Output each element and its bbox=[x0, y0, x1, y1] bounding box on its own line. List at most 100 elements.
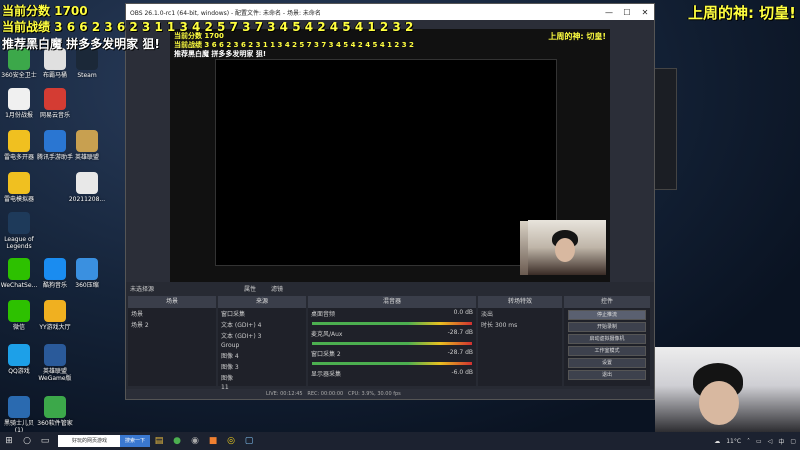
app-taskbar-icon[interactable]: ■ bbox=[204, 432, 222, 450]
start-icon[interactable]: ⊞ bbox=[0, 432, 18, 450]
transitions-panel[interactable]: 淡出 时长 300 ms bbox=[478, 308, 562, 386]
system-tray: ☁ 11°C ˄ ▭ ◁ 中 ▢ bbox=[714, 437, 800, 446]
taskbar-search-button[interactable]: 搜索一下 bbox=[120, 435, 150, 447]
source-item[interactable]: 图像 4 bbox=[218, 350, 306, 361]
app-icon bbox=[8, 88, 30, 110]
minimize-button[interactable]: — bbox=[600, 8, 618, 17]
desktop-icon[interactable]: 雷电模拟器 bbox=[0, 172, 38, 203]
cortana-icon[interactable]: ○ bbox=[18, 432, 36, 450]
obs-statusbar: LIVE: 00:12:45 REC: 00:00:00 CPU: 3.9%, … bbox=[126, 389, 654, 399]
desktop-icon-label: 20211208... bbox=[68, 196, 106, 203]
desktop-icon-label: 英雄联盟WeGame版 bbox=[38, 368, 72, 382]
scene-item[interactable]: 场景 2 bbox=[128, 319, 216, 330]
source-item[interactable]: 图像 3 bbox=[218, 361, 306, 372]
desktop-icon[interactable]: 英雄联盟WeGame版 bbox=[36, 344, 74, 382]
browser-icon[interactable]: ● bbox=[168, 432, 186, 450]
audio-mixer[interactable]: 桌面音频 0.0 dB 麦克风/Aux -28.7 dB 窗口采集 2 -28.… bbox=[308, 308, 476, 386]
notification-icon[interactable]: ▢ bbox=[790, 438, 796, 445]
desktop-icon-label: YY游戏大厅 bbox=[39, 324, 71, 331]
virtual-camera-button[interactable]: 启动虚拟摄像机 bbox=[568, 334, 646, 344]
desktop-icon[interactable]: 黑骑士儿贝(1) bbox=[0, 396, 38, 434]
desktop-icon-label: Steam bbox=[77, 72, 97, 79]
app-icon bbox=[8, 130, 30, 152]
taskbar: ⊞ ○ ▭ 好玩的网页游戏 搜索一下 ▤ ● ◉ ■ ◎ ▢ ☁ 11°C ˄ … bbox=[0, 432, 800, 450]
exit-button[interactable]: 退出 bbox=[568, 370, 646, 380]
app-icon bbox=[44, 130, 66, 152]
volume-meter[interactable] bbox=[312, 322, 472, 325]
properties-button[interactable]: 属性 bbox=[244, 284, 256, 293]
desktop-icon[interactable]: QQ游戏 bbox=[0, 344, 38, 375]
filters-button[interactable]: 滤镜 bbox=[271, 284, 283, 293]
source-item[interactable]: 图像 bbox=[218, 372, 306, 383]
mixer-channel-name: 窗口采集 2 -28.7 dB bbox=[311, 349, 473, 358]
scenes-header: 场景 bbox=[128, 296, 216, 308]
chevron-up-icon[interactable]: ˄ bbox=[747, 438, 750, 445]
mixer-header: 混音器 bbox=[308, 296, 476, 308]
nested-obs-preview bbox=[215, 59, 557, 266]
app-icon bbox=[8, 396, 30, 418]
webcam-feed bbox=[655, 347, 800, 433]
desktop-icon-label: 雷电多开器 bbox=[3, 154, 34, 161]
controls-header: 控件 bbox=[564, 296, 650, 308]
transition-select[interactable]: 淡出 bbox=[478, 308, 562, 319]
start-recording-button[interactable]: 开始录制 bbox=[568, 322, 646, 332]
desktop-icon[interactable]: Steam bbox=[68, 48, 106, 79]
app3-taskbar-icon[interactable]: ▢ bbox=[240, 432, 258, 450]
mixer-channel-name: 桌面音频 0.0 dB bbox=[311, 309, 473, 318]
recommend-overlay: 推荐黑白魔 拼多多发明家 狙! bbox=[2, 37, 160, 51]
desktop-icon[interactable]: 英雄联盟 bbox=[68, 130, 106, 161]
app2-taskbar-icon[interactable]: ◎ bbox=[222, 432, 240, 450]
volume-icon[interactable]: ◁ bbox=[768, 438, 773, 445]
app-icon bbox=[44, 344, 66, 366]
rec-time: REC: 00:00:00 bbox=[307, 391, 344, 397]
preview-right-text: 上周的神: 切皇! bbox=[548, 32, 606, 41]
settings-button[interactable]: 设置 bbox=[568, 358, 646, 368]
preview-recommend: 推荐黑白魔 拼多多发明家 狙! bbox=[174, 50, 267, 58]
desktop-icon[interactable]: 1月份战报 bbox=[0, 88, 38, 119]
app-icon bbox=[44, 300, 66, 322]
obs-docks: 未选择源 属性 滤镜 场景 场景 场景 2 来源 窗口采集 文本 (GDI+) … bbox=[126, 282, 654, 399]
desktop-icon[interactable]: 360安全卫士 bbox=[0, 48, 38, 79]
volume-meter[interactable] bbox=[312, 342, 472, 345]
mixer-channel-name: 显示器采集 -6.0 dB bbox=[311, 369, 473, 378]
transition-duration[interactable]: 时长 300 ms bbox=[478, 319, 562, 330]
maximize-button[interactable]: ☐ bbox=[618, 8, 636, 17]
taskbar-search-input[interactable]: 好玩的网页游戏 bbox=[58, 435, 120, 447]
network-icon[interactable]: ▭ bbox=[756, 438, 762, 445]
desktop-icon-label: 英雄联盟 bbox=[74, 154, 99, 161]
app-icon bbox=[76, 258, 98, 280]
task-view-icon[interactable]: ▭ bbox=[36, 432, 54, 450]
app-icon bbox=[8, 300, 30, 322]
desktop-icon[interactable]: 20211208... bbox=[68, 172, 106, 203]
obs-window[interactable]: OBS 26.1.0-rc1 (64-bit, windows) - 配置文件:… bbox=[125, 3, 655, 400]
desktop-icon[interactable]: League of Legends bbox=[0, 212, 38, 250]
source-item[interactable]: 文本 (GDI+) 3 bbox=[218, 330, 306, 341]
sources-list[interactable]: 窗口采集 文本 (GDI+) 4 文本 (GDI+) 3 Group 图像 4 … bbox=[218, 308, 306, 391]
source-item[interactable]: 窗口采集 bbox=[218, 308, 306, 319]
source-item[interactable]: Group bbox=[218, 341, 306, 350]
close-button[interactable]: ✕ bbox=[636, 8, 654, 17]
volume-meter[interactable] bbox=[312, 362, 472, 365]
file-explorer-icon[interactable]: ▤ bbox=[150, 432, 168, 450]
desktop-icon[interactable]: 网易云音乐 bbox=[36, 88, 74, 119]
desktop-icon[interactable]: WeChatSe... bbox=[0, 258, 38, 289]
desktop-icon-label: WeChatSe... bbox=[0, 282, 38, 289]
transitions-header: 转场特效 bbox=[478, 296, 562, 308]
desktop-icon[interactable]: 360软件管家 bbox=[36, 396, 74, 427]
obs-taskbar-icon[interactable]: ◉ bbox=[186, 432, 204, 450]
studio-mode-button[interactable]: 工作室模式 bbox=[568, 346, 646, 356]
stop-streaming-button[interactable]: 停止推流 bbox=[568, 310, 646, 320]
ime-indicator[interactable]: 中 bbox=[778, 437, 784, 446]
scenes-list[interactable]: 场景 场景 2 bbox=[128, 308, 216, 386]
desktop-icon[interactable]: 微信 bbox=[0, 300, 38, 331]
desktop-icon-label: 1月份战报 bbox=[5, 112, 33, 119]
sources-header: 来源 bbox=[218, 296, 306, 308]
desktop-icon[interactable]: 360压缩 bbox=[68, 258, 106, 289]
weather-text[interactable]: 11°C bbox=[726, 438, 741, 445]
desktop-icon[interactable]: YY游戏大厅 bbox=[36, 300, 74, 331]
score-overlay: 当前分数 1700 bbox=[2, 4, 88, 18]
source-item[interactable]: 文本 (GDI+) 4 bbox=[218, 319, 306, 330]
desktop-icon[interactable]: 雷电多开器 bbox=[0, 130, 38, 161]
background-window[interactable] bbox=[653, 68, 677, 190]
scene-item[interactable]: 场景 bbox=[128, 308, 216, 319]
